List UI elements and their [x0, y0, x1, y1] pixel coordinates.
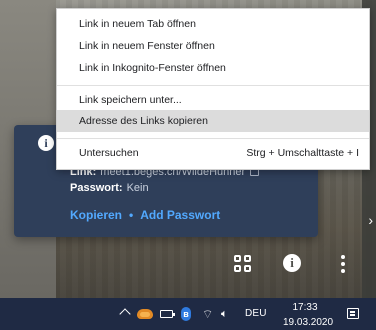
card-actions: Kopieren • Add Passwort — [70, 208, 220, 222]
menu-item-label: Link in Inkognito-Fenster öffnen — [79, 62, 226, 74]
copy-link-button[interactable]: Kopieren — [70, 208, 122, 222]
menu-item-save-link-as[interactable]: Link speichern unter... — [57, 89, 369, 111]
input-language[interactable]: DEU — [245, 298, 267, 330]
show-hidden-icons-chevron-icon[interactable] — [119, 308, 131, 320]
menu-item-shortcut: Strg + Umschalttaste + I — [246, 147, 359, 159]
menu-item-label: Link in neuem Tab öffnen — [79, 18, 196, 30]
menu-item-copy-link-address[interactable]: Adresse des Links kopieren — [57, 110, 369, 132]
link-context-menu: Link in neuem Tab öffnen Link in neuem F… — [56, 8, 370, 170]
menu-item-inspect[interactable]: Untersuchen Strg + Umschalttaste + I — [57, 142, 369, 164]
speaker-icon[interactable]: 🔈︎ — [221, 298, 228, 330]
clock-date: 19.03.2020 — [283, 317, 334, 328]
menu-item-label: Link in neuem Fenster öffnen — [79, 40, 215, 52]
menu-item-label: Adresse des Links kopieren — [79, 115, 208, 127]
menu-item-label: Link speichern unter... — [79, 94, 182, 106]
menu-item-label: Untersuchen — [79, 147, 139, 159]
add-password-button[interactable]: Add Passwort — [140, 208, 220, 222]
tray-app-icon[interactable] — [137, 309, 153, 319]
chevron-right-icon[interactable]: › — [368, 212, 373, 228]
menu-separator — [57, 85, 369, 86]
menu-item-open-new-window[interactable]: Link in neuem Fenster öffnen — [57, 35, 369, 57]
password-label: Passwort: — [70, 182, 123, 194]
info-icon: i — [38, 135, 54, 151]
menu-item-open-incognito[interactable]: Link in Inkognito-Fenster öffnen — [57, 57, 369, 79]
info-button-icon[interactable]: i — [283, 254, 301, 272]
menu-item-open-new-tab[interactable]: Link in neuem Tab öffnen — [57, 13, 369, 35]
actions-separator: • — [129, 208, 134, 222]
grid-view-icon[interactable] — [233, 254, 253, 274]
menu-separator — [57, 138, 369, 139]
windows-taskbar: ʙ ⌔ 🔈︎ DEU 17:33 19.03.2020 — [0, 298, 376, 330]
taskbar-clock[interactable]: 17:33 19.03.2020 — [283, 301, 334, 329]
clock-time: 17:33 — [292, 302, 318, 313]
action-center-icon[interactable] — [347, 308, 359, 319]
password-value: Kein — [126, 182, 149, 194]
wifi-icon[interactable]: ⌔ — [202, 298, 213, 330]
battery-icon[interactable] — [160, 310, 175, 318]
bluetooth-icon[interactable]: ʙ — [181, 307, 191, 321]
kebab-menu-icon[interactable] — [338, 255, 348, 273]
meeting-password-line: Passwort: Kein — [70, 181, 149, 195]
